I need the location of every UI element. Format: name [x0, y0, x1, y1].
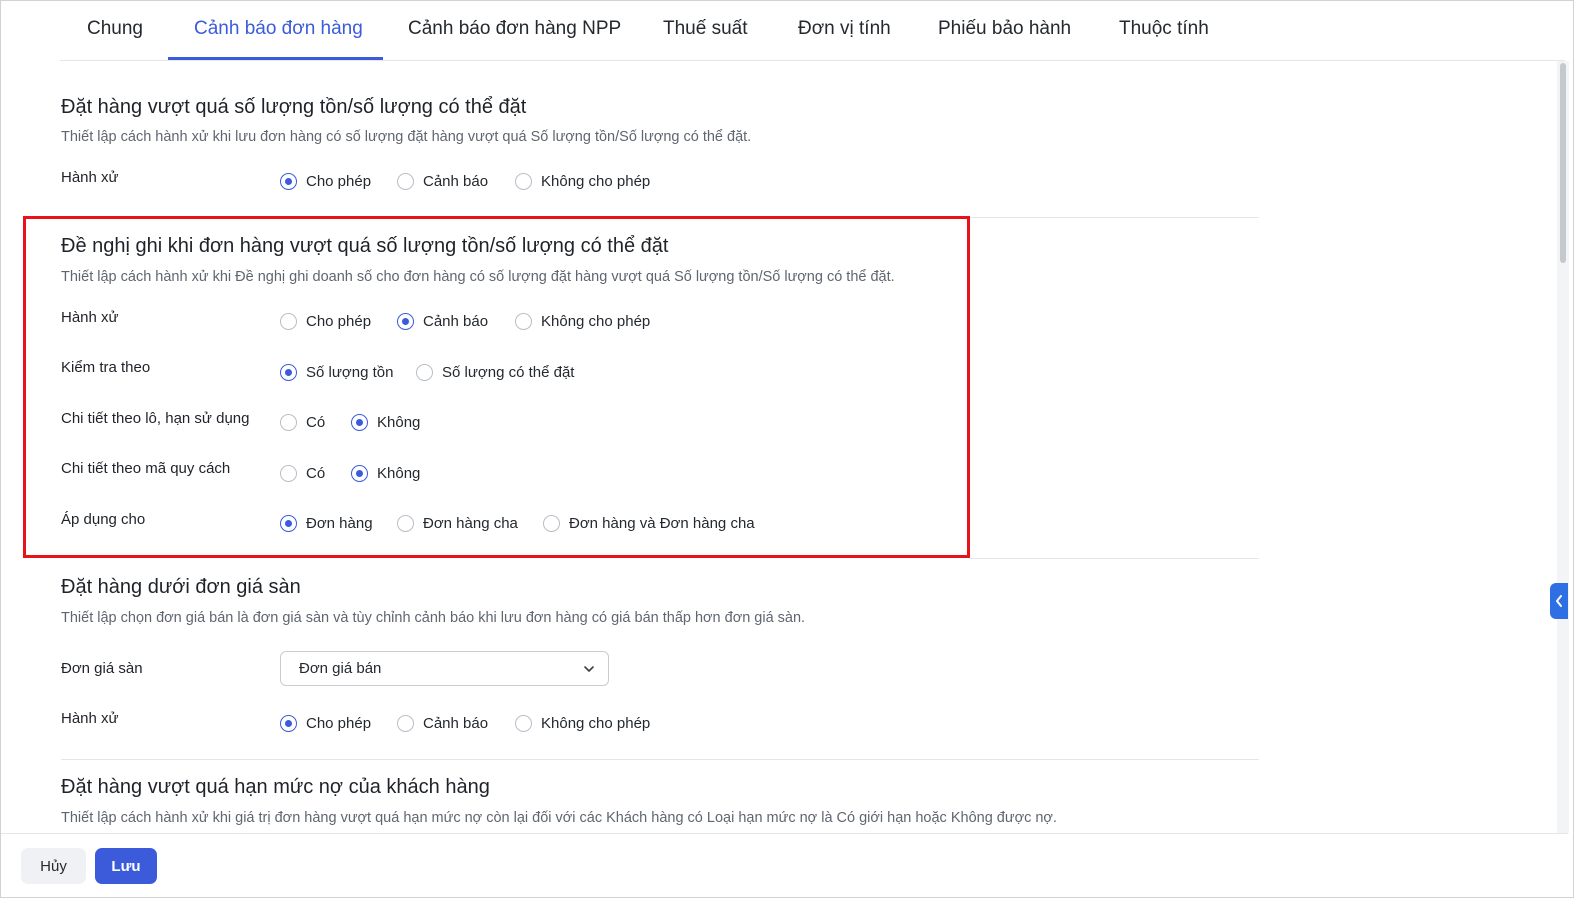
chevron-down-icon — [584, 666, 594, 672]
radio-label: Cho phép — [306, 715, 372, 732]
active-tab-indicator — [168, 57, 383, 60]
radio-s1-allow[interactable]: Cho phép — [280, 173, 371, 190]
radio-circle — [280, 715, 297, 732]
radio-label: Cảnh báo — [423, 173, 489, 190]
footer-bar: Hủy Lưu — [1, 833, 1568, 897]
radio-label: Cảnh báo — [423, 715, 489, 732]
highlight-box — [23, 216, 970, 558]
tab-tax-rate[interactable]: Thuế suất — [663, 18, 748, 40]
section-divider — [970, 558, 1259, 559]
radio-circle — [397, 173, 414, 190]
save-button[interactable]: Lưu — [95, 848, 157, 884]
radio-s3-deny[interactable]: Không cho phép — [515, 715, 650, 732]
radio-circle — [515, 715, 532, 732]
tab-unit[interactable]: Đơn vị tính — [798, 18, 891, 40]
side-panel-toggle[interactable] — [1550, 583, 1568, 619]
floor-price-value: Đơn giá bán — [299, 660, 382, 677]
cancel-button[interactable]: Hủy — [21, 848, 86, 884]
section-desc-floor-price: Thiết lập chọn đơn giá bán là đơn giá sà… — [61, 610, 806, 626]
radio-label: Cho phép — [306, 173, 372, 190]
scrollbar-thumb[interactable] — [1560, 63, 1566, 263]
tab-attributes[interactable]: Thuộc tính — [1119, 18, 1209, 40]
scrollbar[interactable] — [1557, 61, 1569, 833]
section-divider — [61, 759, 1259, 760]
tab-distributor-order-warning[interactable]: Cảnh báo đơn hàng NPP — [408, 18, 621, 40]
section-desc-exceed-stock: Thiết lập cách hành xử khi lưu đơn hàng … — [61, 129, 752, 145]
radio-label: Không cho phép — [541, 715, 651, 732]
floor-price-select[interactable]: Đơn giá bán — [280, 651, 609, 686]
radio-circle — [280, 173, 297, 190]
tab-order-warning[interactable]: Cảnh báo đơn hàng — [194, 18, 363, 40]
radio-s1-deny[interactable]: Không cho phép — [515, 173, 650, 190]
radio-s3-warn[interactable]: Cảnh báo — [397, 715, 488, 732]
section-title-exceed-stock: Đặt hàng vượt quá số lượng tồn/số lượng … — [61, 96, 527, 118]
section-title-floor-price: Đặt hàng dưới đơn giá sàn — [61, 576, 301, 598]
radio-circle — [397, 715, 414, 732]
floor-price-label: Đơn giá sàn — [61, 660, 143, 677]
chevron-left-icon — [1556, 595, 1562, 607]
behavior-label: Hành xử — [61, 169, 119, 186]
section-desc-debt-limit: Thiết lập cách hành xử khi giá trị đơn h… — [61, 810, 1057, 826]
tab-bar: Chung Cảnh báo đơn hàng Cảnh báo đơn hàn… — [60, 0, 1565, 61]
behavior-label: Hành xử — [61, 710, 119, 727]
tab-warranty[interactable]: Phiếu bảo hành — [938, 18, 1071, 40]
radio-circle — [515, 173, 532, 190]
radio-label: Không cho phép — [541, 173, 651, 190]
radio-s3-allow[interactable]: Cho phép — [280, 715, 371, 732]
radio-s1-warn[interactable]: Cảnh báo — [397, 173, 488, 190]
section-title-debt-limit: Đặt hàng vượt quá hạn mức nợ của khách h… — [61, 776, 490, 798]
tab-general[interactable]: Chung — [87, 18, 143, 40]
